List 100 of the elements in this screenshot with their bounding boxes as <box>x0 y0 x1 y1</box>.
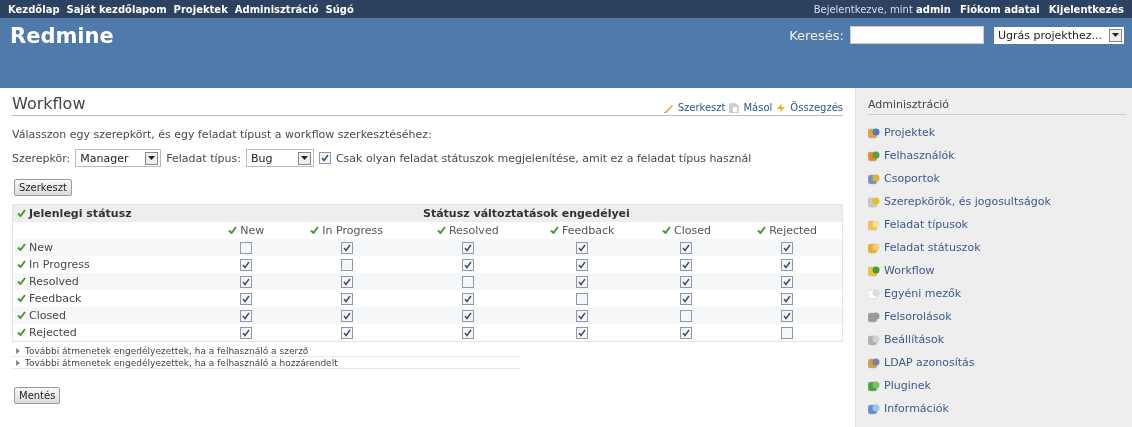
column-header: Rejected <box>769 223 818 237</box>
checkbox[interactable] <box>576 242 589 254</box>
action-link[interactable]: Összegzés <box>790 102 843 113</box>
copy-icon <box>729 102 740 113</box>
checkbox[interactable] <box>461 259 474 271</box>
checkbox[interactable] <box>340 276 353 288</box>
logged-in-text: Bejelentkezve, mint admin <box>813 3 951 15</box>
checkbox[interactable] <box>240 310 253 322</box>
sidebar-link[interactable]: Beállítások <box>868 328 945 351</box>
status-name: Feedback <box>29 291 82 305</box>
checkbox[interactable] <box>576 293 589 305</box>
item-icon <box>868 333 880 346</box>
save-button[interactable]: Mentés <box>14 387 61 404</box>
item-icon <box>868 310 880 323</box>
sidebar-link[interactable]: Feladat státuszok <box>868 236 981 259</box>
sidebar-link[interactable]: Felsorolások <box>868 305 952 328</box>
checkbox[interactable] <box>318 152 331 164</box>
item-icon <box>868 218 880 231</box>
checkbox[interactable] <box>680 259 693 271</box>
sidebar-link[interactable]: Csoportok <box>868 167 940 190</box>
checkbox[interactable] <box>781 259 794 271</box>
search-field[interactable] <box>850 26 984 44</box>
status-name: Closed <box>29 308 66 322</box>
checkbox[interactable] <box>680 327 693 339</box>
checkbox[interactable] <box>340 310 353 322</box>
collapsed-arrow-icon[interactable] <box>16 359 21 366</box>
checkbox[interactable] <box>340 259 353 271</box>
lightning-icon <box>776 102 787 113</box>
checkbox[interactable] <box>781 327 794 339</box>
item-icon <box>868 264 880 277</box>
checkbox[interactable] <box>340 242 353 254</box>
section-toggle-link[interactable]: További átmenetek engedélyezettek, ha a felhasználó a szerző <box>25 345 309 356</box>
checkbox[interactable] <box>680 242 693 254</box>
check-icon <box>661 226 671 235</box>
action-link[interactable]: Másol <box>743 102 773 113</box>
column-header: Státusz változtatások engedélyei <box>423 207 630 220</box>
item-icon <box>868 356 880 369</box>
check-icon <box>550 226 560 235</box>
checkbox[interactable] <box>461 293 474 305</box>
checkbox[interactable] <box>680 310 693 322</box>
sidebar-link[interactable]: Szerepkörök, és jogosultságok <box>868 190 1051 213</box>
top-menu-link[interactable]: Adminisztráció <box>234 3 319 15</box>
item-icon <box>868 241 880 254</box>
item-icon <box>868 195 880 208</box>
sidebar-link[interactable]: Felhasználók <box>868 144 955 167</box>
sidebar-link[interactable]: Pluginek <box>868 374 931 397</box>
checkbox[interactable] <box>340 293 353 305</box>
checkbox[interactable] <box>240 293 253 305</box>
collapsed-arrow-icon[interactable] <box>16 347 21 354</box>
checkbox-label: Csak olyan feladat státuszok megjelenítése, amit ez a feladat típus használ <box>335 151 752 165</box>
section-toggle-link[interactable]: További átmenetek engedélyezettek, ha a felhasználó a hozzárendelt <box>25 357 338 368</box>
checkbox[interactable] <box>680 276 693 288</box>
item-icon <box>868 379 880 392</box>
checkbox[interactable] <box>576 327 589 339</box>
checkbox[interactable] <box>576 259 589 271</box>
checkbox[interactable] <box>461 310 474 322</box>
column-header: Resolved <box>448 223 499 237</box>
account-link[interactable]: Kijelentkezés <box>1048 3 1124 15</box>
role-select[interactable]: Manager <box>75 149 162 167</box>
project-jump-select[interactable]: Ugrás projekthez... <box>994 26 1124 44</box>
checkbox[interactable] <box>240 327 253 339</box>
top-menu-link[interactable]: Súgó <box>325 3 354 15</box>
search-label: Keresés: <box>789 27 844 43</box>
top-menu-link[interactable]: Kezdőlap <box>8 3 60 15</box>
checkbox[interactable] <box>781 293 794 305</box>
intro-text: Válasszon egy szerepkört, és egy feladat típust a workflow szerkesztéséhez: <box>12 128 433 141</box>
checkbox[interactable] <box>461 327 474 339</box>
sidebar-link[interactable]: Workflow <box>868 259 935 282</box>
top-menu-link[interactable]: Projektek <box>173 3 228 15</box>
tracker-select[interactable]: Bug <box>245 149 314 167</box>
sidebar-link[interactable]: Projektek <box>868 121 936 144</box>
column-header: New <box>240 223 265 237</box>
page-title: Workflow <box>12 94 86 113</box>
checkbox[interactable] <box>461 242 474 254</box>
checkbox[interactable] <box>576 276 589 288</box>
role-label: Szerepkör: <box>12 151 71 165</box>
status-name: Resolved <box>29 274 79 288</box>
checkbox[interactable] <box>240 276 253 288</box>
checkbox[interactable] <box>461 276 474 288</box>
column-header: Closed <box>673 223 711 237</box>
sidebar-link[interactable]: Feladat típusok <box>868 213 968 236</box>
sidebar-link[interactable]: Egyéni mezők <box>868 282 962 305</box>
check-icon <box>436 226 446 235</box>
sidebar-link[interactable]: Információk <box>868 397 949 420</box>
edit-button[interactable]: Szerkeszt <box>14 179 72 196</box>
checkbox[interactable] <box>781 310 794 322</box>
checkbox[interactable] <box>240 242 253 254</box>
top-menu-link[interactable]: Saját kezdőlapom <box>66 3 167 15</box>
item-icon <box>868 287 880 300</box>
column-header: In Progress <box>322 223 383 237</box>
checkbox[interactable] <box>781 276 794 288</box>
account-link[interactable]: Fiókom adatai <box>959 3 1040 15</box>
action-link[interactable]: Szerkeszt <box>677 102 726 113</box>
checkbox[interactable] <box>576 310 589 322</box>
checkbox[interactable] <box>680 293 693 305</box>
status-name: In Progress <box>29 257 90 271</box>
checkbox[interactable] <box>240 259 253 271</box>
sidebar-link[interactable]: LDAP azonosítás <box>868 351 975 374</box>
checkbox[interactable] <box>340 327 353 339</box>
checkbox[interactable] <box>781 242 794 254</box>
